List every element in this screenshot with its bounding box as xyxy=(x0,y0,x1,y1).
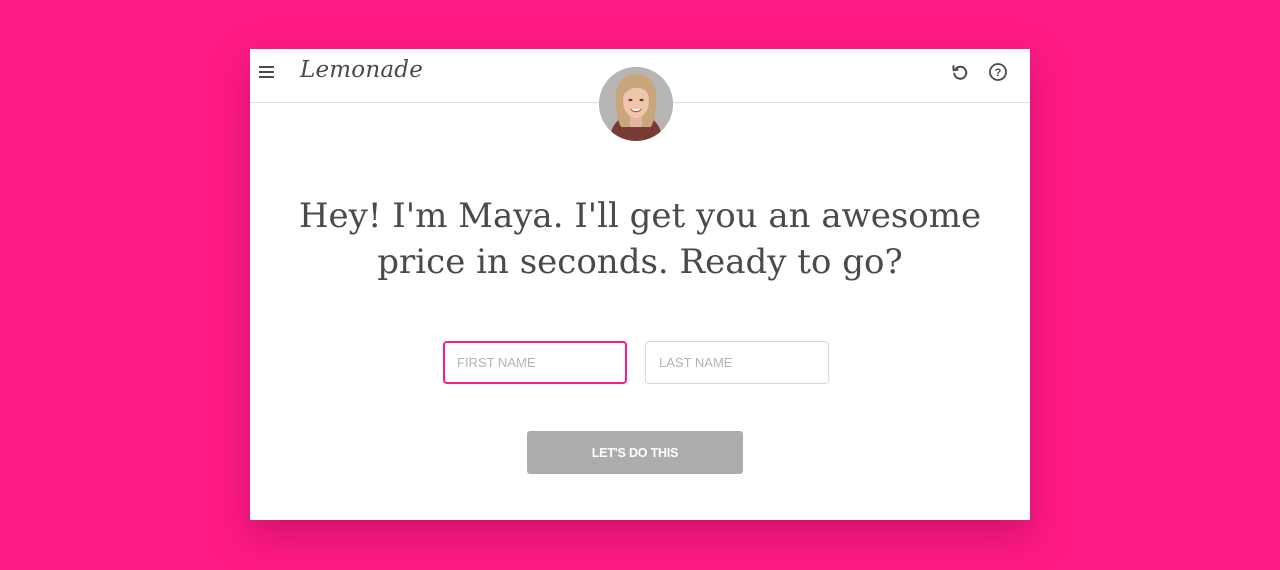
help-circle-icon[interactable]: ? xyxy=(988,62,1008,82)
restart-icon[interactable] xyxy=(950,62,970,82)
greeting-headline: Hey! I'm Maya. I'll get you an awesome p… xyxy=(250,193,1030,285)
last-name-input[interactable] xyxy=(645,341,829,384)
help-glyph: ? xyxy=(995,67,1002,79)
first-name-input[interactable] xyxy=(443,341,627,384)
maya-avatar xyxy=(599,67,673,141)
lemonade-logo[interactable]: Lemonade xyxy=(300,57,423,83)
lets-do-this-button[interactable]: LET'S DO THIS xyxy=(527,431,743,474)
headline-line-1: Hey! I'm Maya. I'll get you an awesome xyxy=(298,196,982,236)
headline-line-2: price in seconds. Ready to go? xyxy=(377,242,903,282)
chat-window: Lemonade ? Hey! I'm Maya. I'll get you a… xyxy=(250,49,1030,520)
hamburger-menu-icon[interactable] xyxy=(259,65,275,79)
